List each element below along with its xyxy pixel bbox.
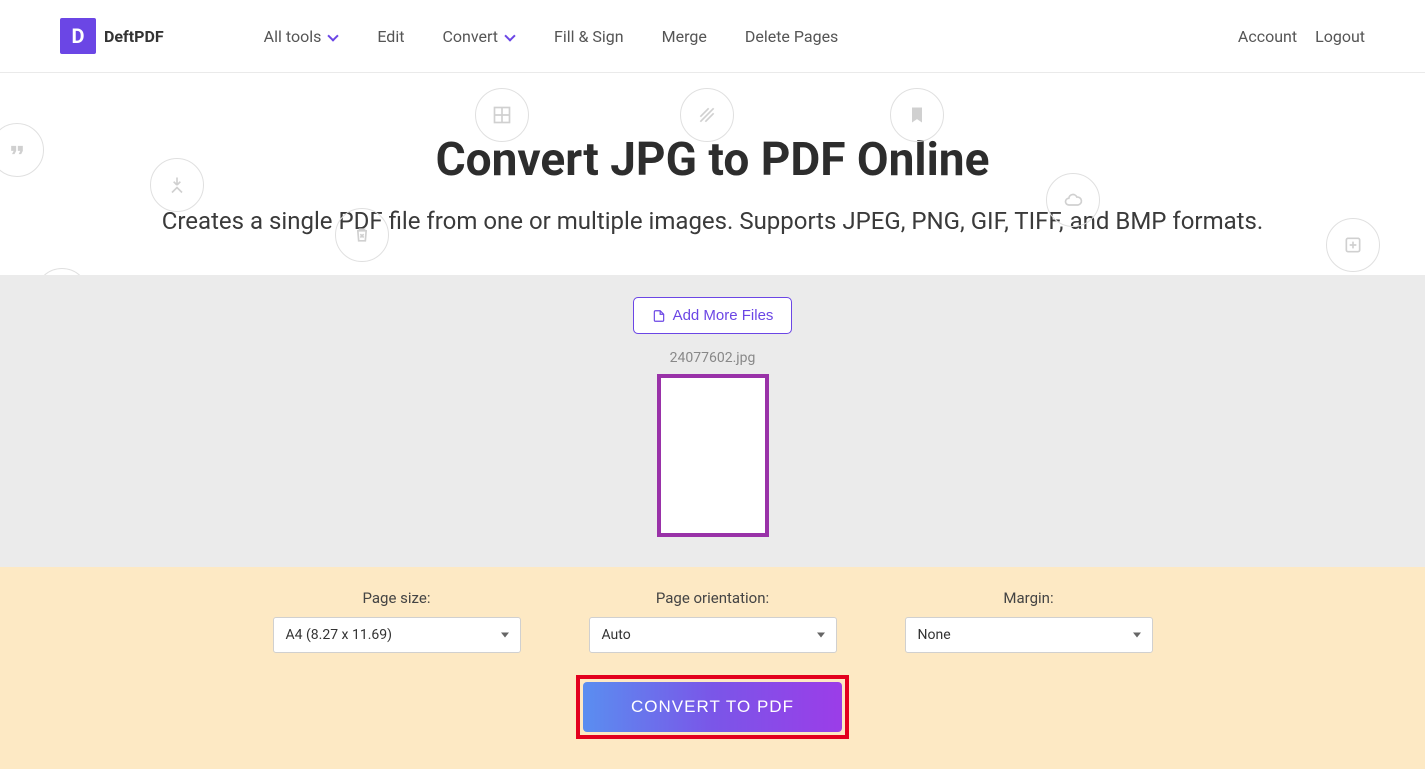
convert-to-pdf-button[interactable]: CONVERT TO PDF [583, 682, 842, 732]
header-right: Account Logout [1238, 27, 1365, 46]
grid-icon [475, 88, 529, 142]
nav-merge[interactable]: Merge [662, 27, 707, 46]
quote-icon [0, 123, 44, 177]
nav-convert-label: Convert [442, 27, 498, 46]
options-area: Page size: A4 (8.27 x 11.69) Page orient… [0, 567, 1425, 769]
page-size-value: A4 (8.27 x 11.69) [286, 627, 393, 643]
caret-down-icon [1133, 633, 1141, 638]
hero: Convert JPG to PDF Online Creates a sing… [0, 73, 1425, 275]
cloud-icon [1046, 173, 1100, 227]
nav-convert[interactable]: Convert [442, 27, 516, 46]
file-name: 24077602.jpg [0, 350, 1425, 366]
stripes-icon [680, 88, 734, 142]
margin-group: Margin: None [905, 589, 1153, 653]
plus-square-icon [1326, 218, 1380, 272]
account-link[interactable]: Account [1238, 27, 1297, 46]
chevron-down-icon [504, 30, 516, 42]
nav-edit[interactable]: Edit [377, 27, 404, 46]
add-more-files-button[interactable]: Add More Files [633, 297, 793, 334]
logout-link[interactable]: Logout [1315, 27, 1365, 46]
header-left: D DeftPDF All tools Edit Convert Fill & … [60, 18, 838, 54]
nav-all-tools-label: All tools [264, 27, 322, 46]
trash-icon [335, 208, 389, 262]
caret-down-icon [817, 633, 825, 638]
nav-all-tools[interactable]: All tools [264, 27, 340, 46]
orientation-select[interactable]: Auto [589, 617, 837, 653]
logo-icon: D [60, 18, 96, 54]
page-size-select[interactable]: A4 (8.27 x 11.69) [273, 617, 521, 653]
margin-select[interactable]: None [905, 617, 1153, 653]
page-size-group: Page size: A4 (8.27 x 11.69) [273, 589, 521, 653]
options-row: Page size: A4 (8.27 x 11.69) Page orient… [0, 589, 1425, 653]
file-icon [652, 309, 666, 323]
puzzle-icon [35, 268, 89, 275]
bookmark-icon [890, 88, 944, 142]
header: D DeftPDF All tools Edit Convert Fill & … [0, 0, 1425, 73]
merge-icon [150, 158, 204, 212]
caret-down-icon [501, 633, 509, 638]
orientation-group: Page orientation: Auto [589, 589, 837, 653]
orientation-value: Auto [602, 627, 631, 643]
file-preview[interactable] [657, 374, 769, 537]
brand-name: DeftPDF [104, 27, 164, 46]
orientation-label: Page orientation: [656, 589, 769, 607]
margin-value: None [918, 627, 951, 643]
logo[interactable]: D DeftPDF [60, 18, 164, 54]
page-size-label: Page size: [363, 589, 431, 607]
chevron-down-icon [327, 30, 339, 42]
margin-label: Margin: [1003, 589, 1053, 607]
page-subtitle: Creates a single PDF file from one or mu… [63, 203, 1363, 239]
nav-delete-pages[interactable]: Delete Pages [745, 27, 838, 46]
file-area: Add More Files 24077602.jpg [0, 275, 1425, 567]
convert-highlight: CONVERT TO PDF [576, 675, 849, 739]
nav-fill-sign[interactable]: Fill & Sign [554, 27, 624, 46]
nav: All tools Edit Convert Fill & Sign Merge… [264, 27, 839, 46]
add-more-files-label: Add More Files [673, 307, 774, 324]
